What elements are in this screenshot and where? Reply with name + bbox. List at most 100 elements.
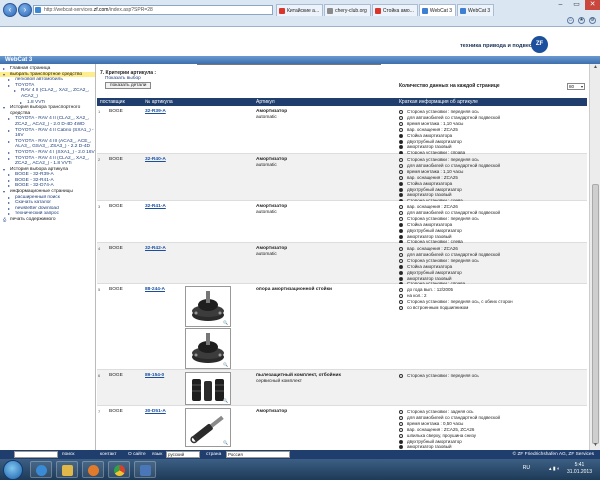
- bullet-filled-icon: [399, 445, 403, 450]
- chevron-right-icon: ▸: [8, 77, 11, 83]
- chevron-right-icon: ▸: [8, 177, 11, 183]
- taskbar-ie[interactable]: [30, 461, 52, 478]
- col-supplier[interactable]: поставщик: [100, 98, 125, 106]
- zoom-icon[interactable]: 🔍: [223, 320, 228, 325]
- row-number: 2: [98, 157, 101, 162]
- chevron-down-icon: ▾: [3, 71, 6, 77]
- article-number-link[interactable]: 32-R40-A: [145, 157, 166, 163]
- bullet-open-icon: [399, 247, 403, 251]
- zoom-icon[interactable]: 🔍: [223, 398, 228, 403]
- article-number-link[interactable]: 89-154-0: [145, 373, 164, 379]
- product-image[interactable]: 🔍: [185, 372, 231, 405]
- browser-tab-4[interactable]: WebCat 3: [457, 4, 495, 16]
- chevron-right-icon: ▸: [8, 200, 11, 206]
- home-icon[interactable]: ⌂: [567, 17, 574, 24]
- col-info[interactable]: Краткая информация об артикуле: [399, 98, 478, 106]
- show-selection-link[interactable]: Показать выбор: [105, 76, 141, 81]
- table-row[interactable]: 5 BOGE 88-244-A опора амортизационной стойк…: [97, 284, 587, 370]
- row-number: 7: [98, 409, 101, 414]
- bullet-open-icon: [399, 115, 403, 120]
- about-link[interactable]: О сайте: [128, 450, 146, 459]
- search-label[interactable]: поиск: [62, 450, 74, 459]
- bullet-open-icon: [399, 288, 403, 292]
- forward-button[interactable]: ›: [18, 3, 32, 17]
- article-number-link[interactable]: 30-D51-A: [145, 409, 166, 415]
- col-article-no[interactable]: № артикула: [145, 98, 173, 106]
- chevron-right-icon: ▸: [8, 127, 11, 133]
- minimize-icon[interactable]: –: [553, 0, 568, 10]
- address-bar[interactable]: http://webcat-services.zf.com/index.asp?…: [33, 5, 273, 15]
- chevron-right-icon: ▸: [8, 138, 11, 144]
- chevron-right-icon: ▸: [20, 99, 23, 105]
- bullet-open-icon: [399, 293, 403, 298]
- zoom-icon[interactable]: 🔍: [223, 440, 228, 445]
- address-prefix: http://webcat-services.: [44, 7, 94, 13]
- show-details-button[interactable]: показать детали: [105, 82, 152, 89]
- article-number-link[interactable]: 32-R41-A: [145, 204, 166, 210]
- language-select[interactable]: русский: [166, 451, 200, 458]
- table-row[interactable]: 2 BOGE 32-R40-A Амортизатор automatic Сторона…: [97, 154, 587, 204]
- search-input[interactable]: [14, 451, 58, 458]
- start-button[interactable]: [3, 460, 23, 480]
- browser-tab-3[interactable]: WebCat 3: [418, 4, 457, 16]
- table-row[interactable]: 7 BOGE 30-D51-A Амортизатор Сторона установк…: [97, 406, 587, 450]
- taskbar-media[interactable]: [82, 461, 104, 478]
- chevron-right-icon: [8, 122, 13, 127]
- scroll-up-icon[interactable]: ▲: [591, 64, 600, 72]
- article-description: Амортизатор automatic: [256, 157, 287, 169]
- zf-logo[interactable]: ZF: [531, 36, 548, 53]
- chevron-right-icon: ▸: [8, 172, 11, 178]
- contact-link[interactable]: контакт: [100, 450, 117, 459]
- bullet-open-icon: [399, 216, 403, 221]
- article-number-link[interactable]: 32-R39-A: [145, 109, 166, 115]
- tray-icons[interactable]: ▴ ▮ ◐: [549, 466, 560, 472]
- chevron-right-icon: [3, 111, 8, 116]
- article-description: опора амортизационной стойки: [256, 287, 332, 293]
- article-number-link[interactable]: 88-244-A: [145, 287, 165, 293]
- chevron-right-icon: [8, 133, 13, 138]
- scrollbar-thumb[interactable]: [592, 184, 599, 444]
- scroll-down-icon[interactable]: ▼: [591, 442, 600, 450]
- zoom-icon[interactable]: 🔍: [223, 362, 228, 367]
- app-title: WebCat 3: [5, 57, 33, 63]
- favorites-icon[interactable]: ★: [578, 17, 585, 24]
- product-image[interactable]: 🔍: [185, 286, 231, 327]
- country-select[interactable]: Россия: [226, 451, 290, 458]
- table-row[interactable]: 4 BOGE 32-R42-A Амортизатор automatic вар. ос…: [97, 243, 587, 287]
- address-suffix: /index.asp?SPR=28: [108, 7, 153, 13]
- article-info-list: до года вып. : 12/2005 на кол.: 2 Сторона …: [399, 287, 585, 311]
- close-icon[interactable]: ✕: [585, 0, 600, 10]
- browser-chrome: ‹ › http://webcat-services.zf.com/index.…: [0, 0, 600, 27]
- product-image[interactable]: 🔍: [185, 408, 231, 447]
- bullet-filled-icon: [399, 193, 403, 198]
- bullet-filled-icon: [399, 145, 403, 150]
- row-number: 5: [98, 287, 101, 292]
- browser-tab-2[interactable]: Стойка амо...: [371, 4, 418, 16]
- back-button[interactable]: ‹: [3, 3, 17, 17]
- taskbar-explorer[interactable]: [56, 461, 78, 478]
- keyboard-language[interactable]: RU: [523, 465, 530, 471]
- gear-icon[interactable]: ⚙: [589, 17, 596, 24]
- sidebar-item[interactable]: ⎙ печать содержимого: [0, 217, 95, 223]
- table-row[interactable]: 6 BOGE 89-154-0 пылезащитный комплект, отбо…: [97, 370, 587, 406]
- browser-tab-0[interactable]: Китайские а...: [276, 4, 324, 16]
- browser-tab-1[interactable]: chery-club.org: [324, 4, 371, 16]
- taskbar-app[interactable]: [134, 461, 156, 478]
- col-article[interactable]: Артикул: [256, 98, 275, 106]
- table-row[interactable]: 1 BOGE 32-R39-A Амортизатор automatic Сторона…: [97, 106, 587, 156]
- qty-per-page-select[interactable]: 80: [567, 83, 585, 90]
- bullet-filled-icon: [399, 139, 403, 144]
- vertical-scrollbar[interactable]: ▲ ▼: [589, 64, 600, 450]
- table-header: поставщик № артикула Артикул Краткая инф…: [97, 98, 587, 106]
- taskbar-chrome[interactable]: [108, 461, 130, 478]
- maximize-icon[interactable]: ▭: [569, 0, 584, 10]
- table-row[interactable]: 3 BOGE 32-R41-A Амортизатор automatic вар. ос…: [97, 201, 587, 245]
- article-number-link[interactable]: 32-R42-A: [145, 246, 166, 252]
- language-label: язык: [152, 452, 163, 457]
- supplier-name: BOGE: [109, 157, 123, 162]
- chevron-right-icon: ▸: [8, 116, 11, 122]
- bullet-open-icon: [399, 205, 403, 209]
- article-info-list: Сторона установки : передняя ось: [399, 373, 585, 379]
- product-image[interactable]: 🔍: [185, 328, 231, 369]
- clock[interactable]: 5:41 31.01.2013: [567, 462, 592, 476]
